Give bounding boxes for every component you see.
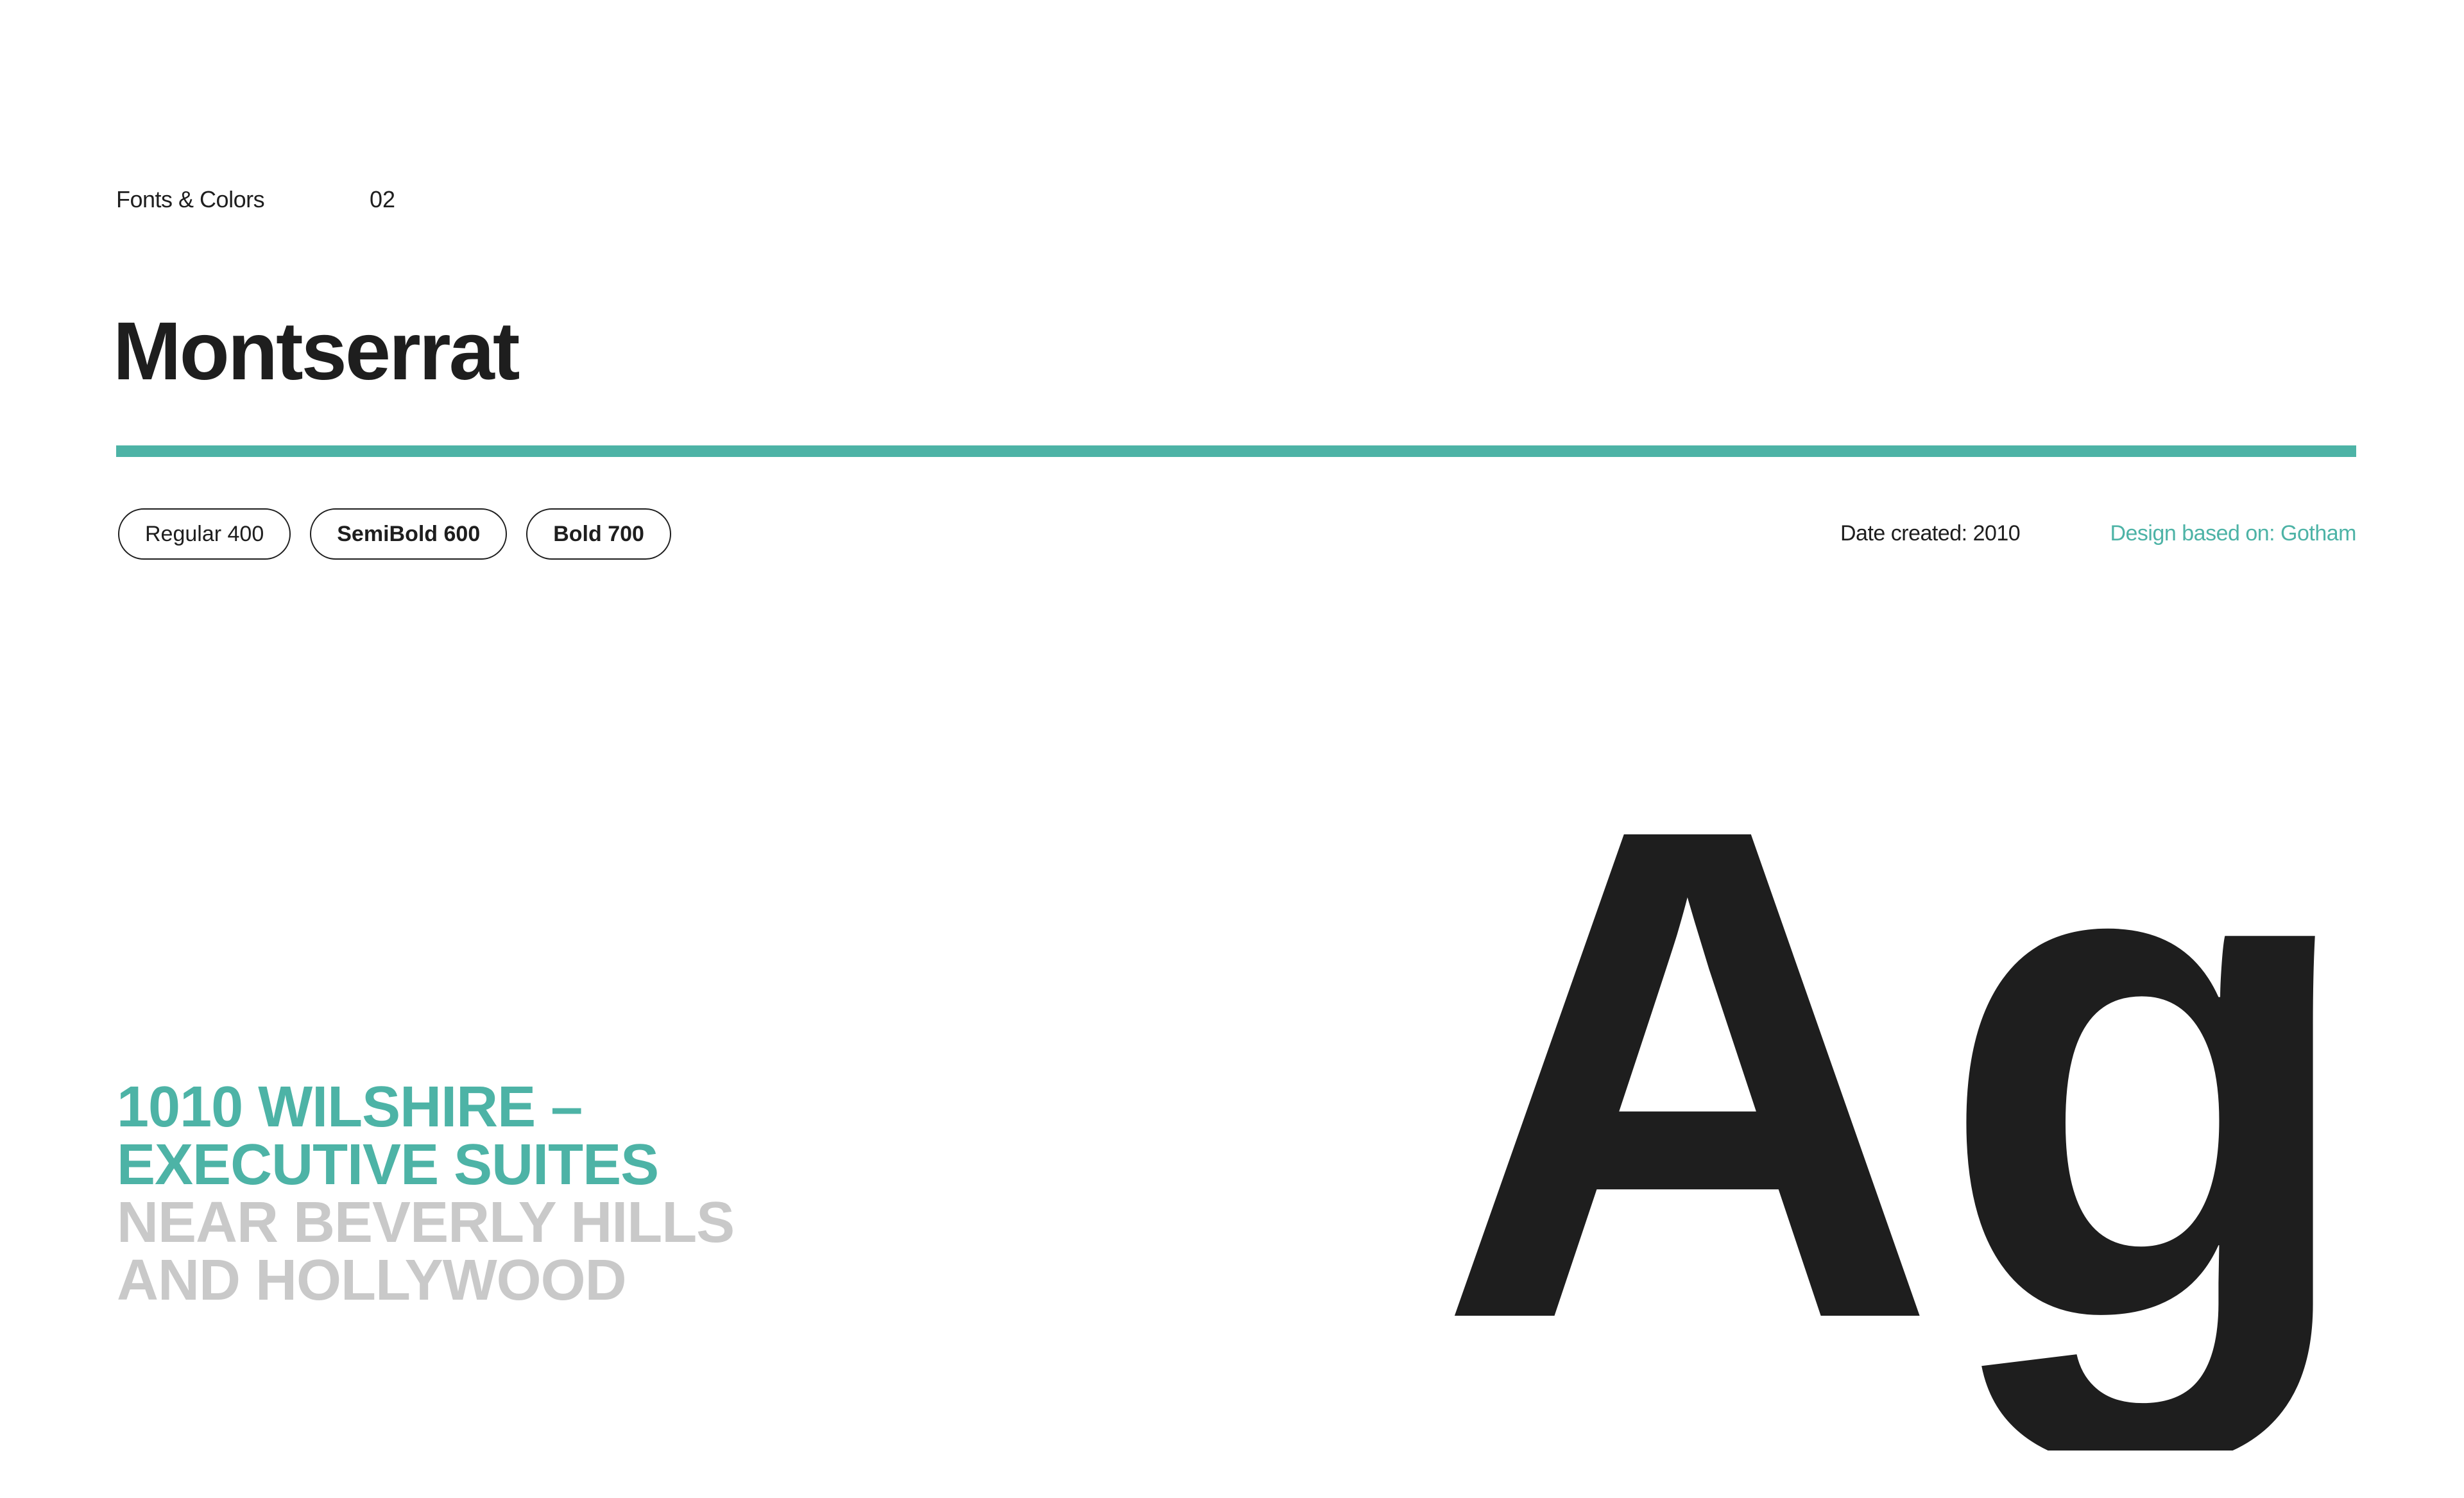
accent-divider bbox=[116, 445, 2356, 457]
glyph-sample-text: Ag bbox=[1437, 834, 2361, 1451]
font-weights-group: Regular 400 SemiBold 600 Bold 700 bbox=[118, 508, 671, 560]
weight-semibold-pill[interactable]: SemiBold 600 bbox=[310, 508, 508, 560]
sample-line-1: 1010 WILSHIRE – bbox=[117, 1075, 583, 1139]
section-label: Fonts & Colors bbox=[116, 186, 265, 212]
design-based-on-label: Design based on: Gotham bbox=[2110, 521, 2356, 546]
sample-line-2: EXECUTIVE SUITES bbox=[117, 1133, 659, 1197]
sample-line-4: AND HOLLYWOOD bbox=[117, 1248, 627, 1313]
weight-bold-pill[interactable]: Bold 700 bbox=[526, 508, 671, 560]
date-created-label: Date created: 2010 bbox=[1840, 521, 2021, 546]
weight-regular-pill[interactable]: Regular 400 bbox=[118, 508, 291, 560]
section-number: 02 bbox=[370, 186, 396, 212]
font-name-title: Montserrat bbox=[113, 306, 520, 397]
glyph-sample-ag: Ag bbox=[1437, 834, 2361, 1451]
sample-text-block: 1010 WILSHIRE – EXECUTIVE SUITES NEAR BE… bbox=[117, 1075, 735, 1313]
sample-line-3: NEAR BEVERLY HILLS bbox=[117, 1191, 735, 1255]
